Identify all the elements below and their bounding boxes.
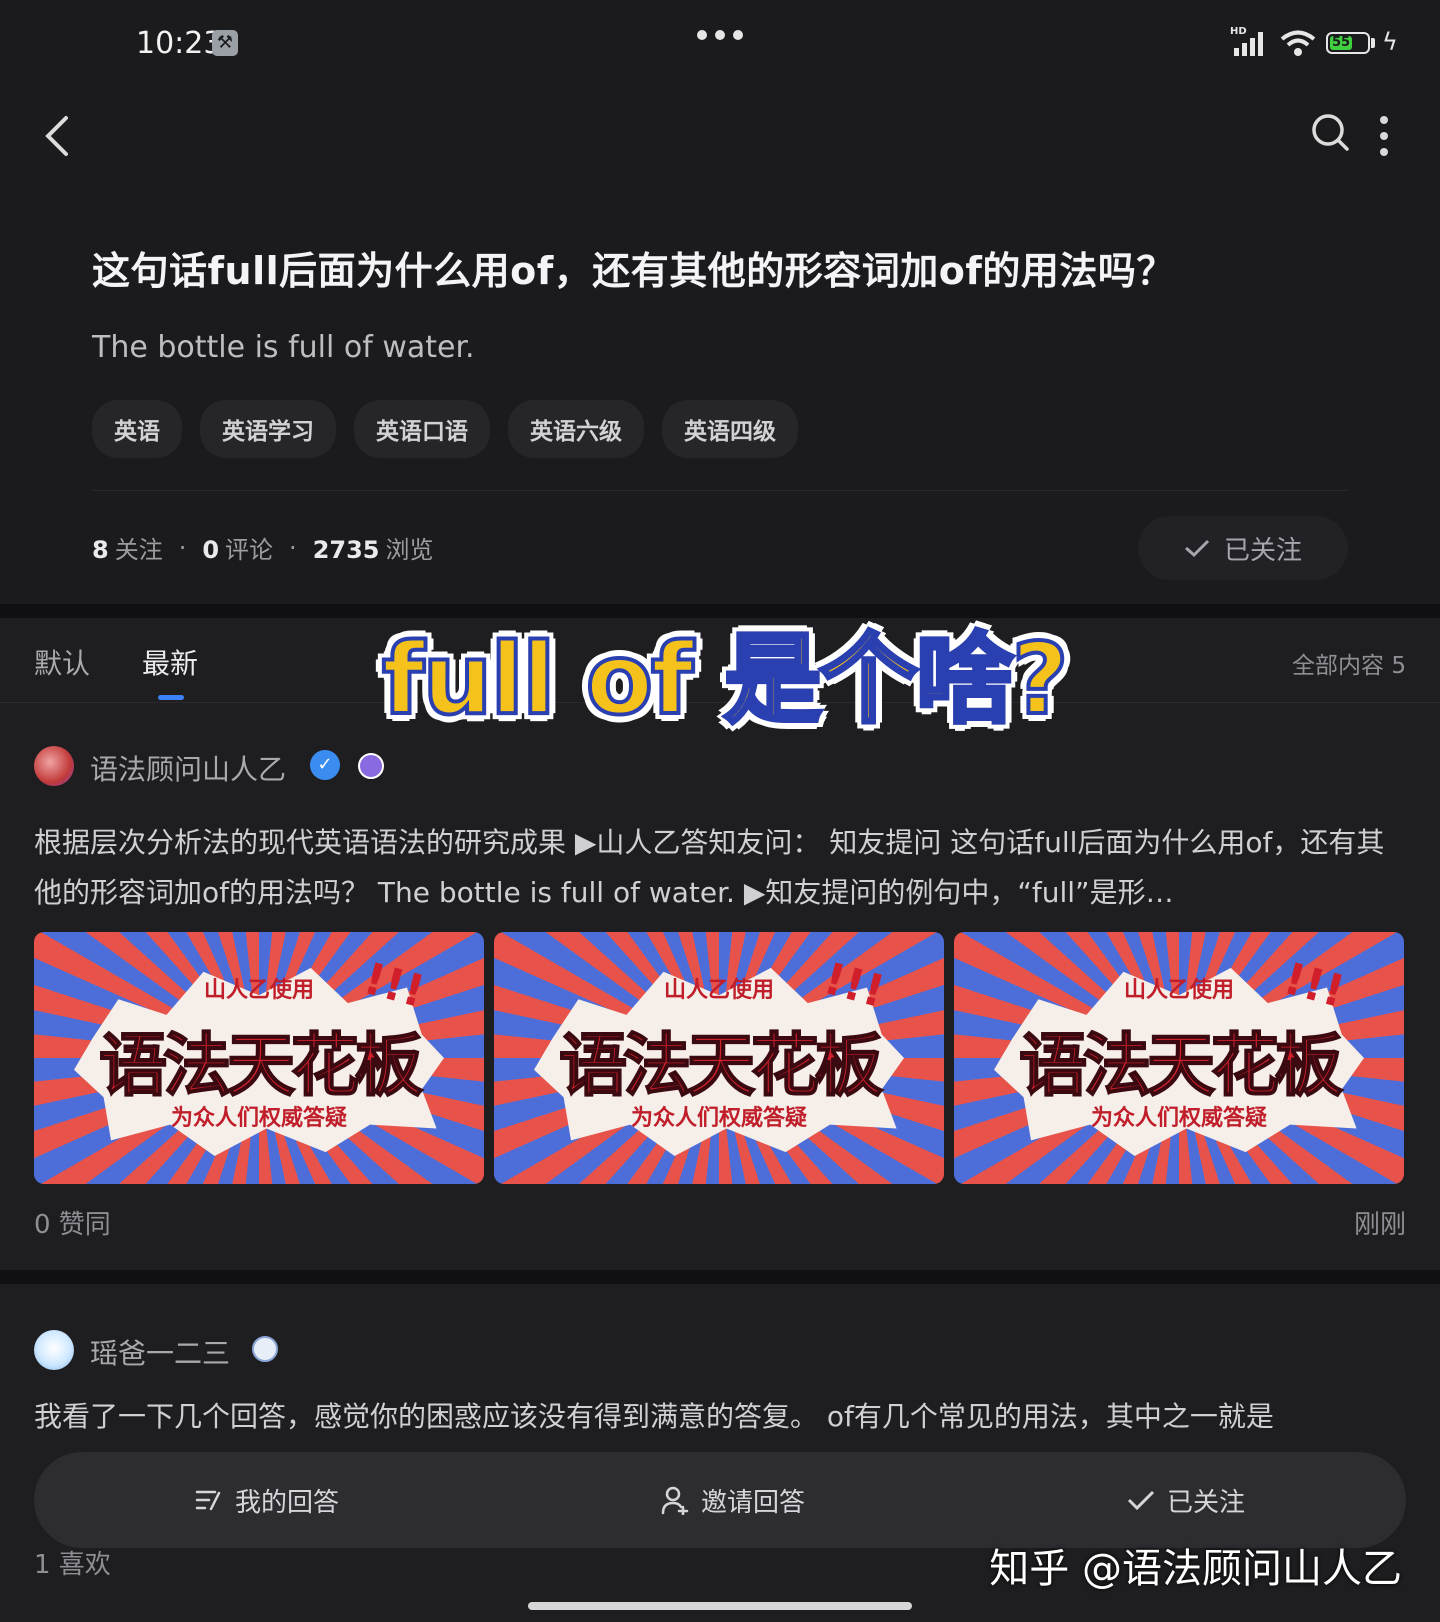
answer-excerpt[interactable]: 根据层次分析法的现代英语语法的研究成果 ▶山人乙答知友问： 知友提问 这句话fu… [34,818,1406,918]
avatar[interactable] [34,746,74,786]
image-sub-text: 为众人们权威答疑 [170,1106,347,1131]
question-stats: 8 关注 · 0 评论 · 2735 浏览 [92,530,433,565]
verified-badge-icon: ✓ [310,750,340,780]
check-icon [1184,539,1210,558]
answer-time: 刚刚 [1353,1210,1406,1240]
watermark: 知乎 @语法顾问山人乙 [989,1546,1402,1592]
battery-tip [1371,38,1375,48]
creator-badge-icon [252,1336,278,1362]
answer-author[interactable]: 语法顾问山人乙 [90,748,286,788]
followers-count: 8 [92,536,109,564]
answer-separator [0,1270,1440,1284]
topic-tags: 英语 英语学习 英语口语 英语六级 英语四级 [92,400,798,458]
home-indicator[interactable] [528,1602,912,1610]
tag-item[interactable]: 英语六级 [508,400,644,458]
divider [92,490,1348,491]
comments-label: 评论 [225,536,274,564]
wifi-icon [1280,30,1316,56]
answer-image[interactable]: 山人乙使用 语法天花板 为众人们权威答疑 !!! [954,932,1404,1184]
like-count[interactable]: 1 喜欢 [34,1544,111,1581]
answer-excerpt[interactable]: 我看了一下几个回答，感觉你的困惑应该没有得到满意的答复。 of有几个常见的用法，… [34,1392,1406,1442]
avatar[interactable] [34,1330,74,1370]
image-main-text: 语法天花板 [1018,1026,1344,1107]
views-label: 浏览 [385,536,434,564]
tab-latest[interactable]: 最新 [142,642,198,682]
write-answer-icon [195,1490,221,1511]
question-description: The bottle is full of water. [92,330,475,365]
stats-dot: · [178,533,187,562]
status-time: 10:23 [136,26,223,61]
wrench-icon: ⚒ [212,30,238,56]
invite-answer-button[interactable]: 邀请回答 [661,1482,805,1519]
follow-label: 已关注 [1223,535,1302,566]
check-icon [1127,1490,1155,1511]
battery-level: 55 [1330,35,1352,50]
active-tab-indicator [158,695,184,700]
bottom-action-bar: 我的回答 邀请回答 已关注 [34,1452,1406,1548]
question-header [0,0,1440,604]
signal-icon [1234,30,1263,56]
image-sub-text: 为众人们权威答疑 [1090,1106,1267,1131]
overlay-caption: full of 是个啥? [380,621,1071,739]
comments-count: 0 [202,536,220,564]
answer-image[interactable]: 山人乙使用 语法天花板 为众人们权威答疑 !!! [34,932,484,1184]
creator-badge-icon [358,753,384,779]
invite-label: 邀请回答 [700,1487,805,1518]
back-icon[interactable] [40,112,72,160]
image-main-text: 语法天花板 [98,1026,424,1107]
battery-icon: 55 [1326,32,1370,54]
followed-label: 已关注 [1166,1487,1245,1518]
image-sub-text: 为众人们权威答疑 [630,1106,807,1131]
my-answer-button[interactable]: 我的回答 [195,1482,339,1519]
views-count: 2735 [312,536,380,564]
vote-count[interactable]: 0 赞同 [34,1204,111,1241]
tag-item[interactable]: 英语口语 [354,400,490,458]
more-dots-icon [697,30,743,40]
tag-item[interactable]: 英语学习 [200,400,336,458]
follow-question-button[interactable]: 已关注 [1138,516,1348,580]
all-content-count: 全部内容 5 [1292,653,1406,679]
my-answer-label: 我的回答 [234,1487,339,1518]
invite-user-icon [661,1486,689,1515]
answer-author[interactable]: 瑶爸一二三 [90,1332,230,1372]
followed-button[interactable]: 已关注 [1127,1482,1245,1519]
tab-default[interactable]: 默认 [34,642,90,682]
search-icon[interactable] [1310,112,1350,152]
more-options-icon[interactable] [1380,116,1388,156]
question-title: 这句话full后面为什么用of，还有其他的形容词加of的用法吗？ [92,249,1175,293]
tag-item[interactable]: 英语四级 [662,400,798,458]
followers-label: 关注 [114,536,163,564]
tag-item[interactable]: 英语 [92,400,182,458]
image-main-text: 语法天花板 [558,1026,884,1107]
charging-icon: ϟ [1382,28,1398,56]
stats-dot: · [289,533,297,562]
answer-image[interactable]: 山人乙使用 语法天花板 为众人们权威答疑 !!! [494,932,944,1184]
answer-images: 山人乙使用 语法天花板 为众人们权威答疑 !!! 山人乙使用 语法天花板 为众人… [34,932,1404,1184]
